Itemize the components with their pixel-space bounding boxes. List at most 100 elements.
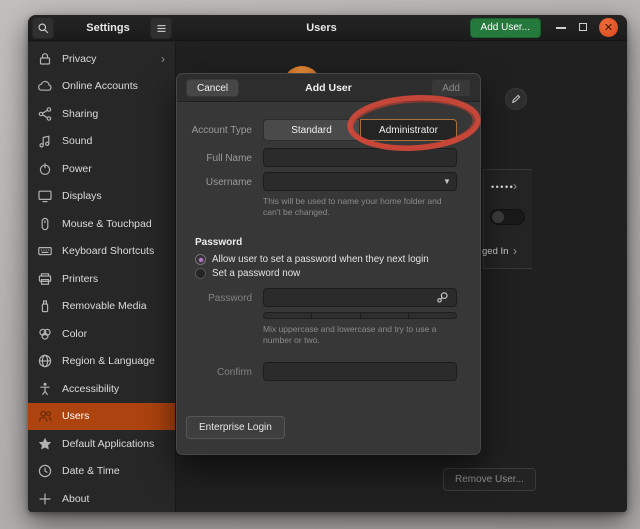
cloud-icon: [37, 78, 53, 94]
maximize-button[interactable]: [579, 23, 587, 31]
search-icon: [37, 22, 50, 35]
password-strength-bar: [263, 312, 457, 319]
enterprise-login-button[interactable]: Enterprise Login: [186, 416, 285, 439]
chevron-right-icon: ›: [161, 52, 165, 66]
hamburger-icon: [155, 22, 168, 35]
menu-button[interactable]: [150, 17, 172, 39]
sidebar-item-printers[interactable]: Printers: [28, 265, 175, 293]
password-strength-hint: Mix uppercase and lowercase and try to u…: [263, 324, 461, 347]
add-button[interactable]: Add: [431, 79, 471, 97]
username-dropdown-button[interactable]: ▼: [439, 172, 455, 191]
sidebar-item-accessibility[interactable]: Accessibility: [28, 375, 175, 403]
full-name-input[interactable]: [263, 148, 457, 167]
printer-icon: [37, 271, 53, 287]
password-dots: •••••: [491, 182, 514, 192]
chevron-right-icon[interactable]: ›: [513, 179, 517, 193]
color-icon: [37, 326, 53, 342]
sidebar-item-mouse-touchpad[interactable]: Mouse & Touchpad: [28, 210, 175, 238]
sidebar-item-color[interactable]: Color: [28, 320, 175, 348]
sidebar-item-label: Users: [62, 410, 89, 422]
accessibility-icon: [37, 381, 53, 397]
sidebar-item-default-applications[interactable]: Default Applications: [28, 430, 175, 458]
globe-icon: [37, 353, 53, 369]
generate-password-button[interactable]: [435, 290, 451, 306]
radio-button-icon: [195, 268, 206, 279]
sidebar-item-label: Sharing: [62, 108, 98, 120]
settings-window: Settings Users Add User... ✕ Privacy › Onl…: [28, 15, 627, 512]
minimize-button[interactable]: [556, 27, 566, 29]
dialog-header: Add User Cancel Add: [177, 74, 480, 102]
sidebar-item-region-language[interactable]: Region & Language: [28, 348, 175, 376]
automatic-login-toggle[interactable]: [490, 209, 525, 225]
password-label: Password: [177, 293, 252, 304]
remove-user-button[interactable]: Remove User...: [443, 468, 536, 491]
lock-icon: [37, 51, 53, 67]
password-section-header: Password: [195, 237, 242, 248]
radio-set-password-now[interactable]: Set a password now: [195, 268, 300, 279]
account-type-segmented: Standard Administrator: [263, 119, 457, 141]
sidebar-item-label: Online Accounts: [62, 80, 138, 92]
sidebar-item-label: Displays: [62, 190, 102, 202]
sidebar-item-displays[interactable]: Displays: [28, 183, 175, 211]
star-icon: [37, 436, 53, 452]
sidebar-item-label: Default Applications: [62, 438, 154, 450]
sidebar-item-date-time[interactable]: Date & Time: [28, 458, 175, 486]
add-user-dialog: Add User Cancel Add Account Type Standar…: [176, 73, 481, 455]
add-user-button[interactable]: Add User...: [470, 18, 541, 38]
sidebar-item-label: Mouse & Touchpad: [62, 218, 152, 230]
sound-icon: [37, 133, 53, 149]
sidebar-item-users[interactable]: Users: [28, 403, 175, 431]
plus-icon: [37, 491, 53, 507]
logged-in-label: ged In: [482, 246, 508, 257]
password-input[interactable]: [263, 288, 457, 307]
standard-option-button[interactable]: Standard: [263, 119, 360, 141]
sidebar-item-label: Power: [62, 163, 92, 175]
close-icon: ✕: [604, 21, 613, 34]
radio-button-icon: [195, 254, 206, 265]
sidebar-item-label: Color: [62, 328, 87, 340]
app-title: Settings: [68, 15, 148, 41]
generate-password-icon: [435, 290, 450, 305]
sidebar-item-sound[interactable]: Sound: [28, 128, 175, 156]
share-icon: [37, 106, 53, 122]
keyboard-icon: [37, 243, 53, 259]
full-name-label: Full Name: [177, 153, 252, 164]
page-title: Users: [176, 15, 467, 41]
display-icon: [37, 188, 53, 204]
sidebar: Privacy › Online Accounts Sharing Sound Power…: [28, 42, 176, 512]
search-button[interactable]: [32, 17, 54, 39]
confirm-password-input[interactable]: [263, 362, 457, 381]
toggle-knob: [492, 211, 504, 223]
username-hint: This will be used to name your home fold…: [263, 196, 461, 219]
users-icon: [37, 408, 53, 424]
close-button[interactable]: ✕: [599, 18, 618, 37]
cancel-button[interactable]: Cancel: [186, 79, 239, 97]
sidebar-item-label: Accessibility: [62, 383, 119, 395]
sidebar-item-label: Privacy: [62, 53, 96, 65]
sidebar-item-label: Removable Media: [62, 300, 147, 312]
clock-icon: [37, 463, 53, 479]
sidebar-item-label: Keyboard Shortcuts: [62, 245, 154, 257]
edit-avatar-button[interactable]: [505, 88, 527, 110]
sidebar-item-removable-media[interactable]: Removable Media: [28, 293, 175, 321]
headerbar: Settings Users Add User... ✕: [28, 15, 627, 41]
sidebar-item-keyboard-shortcuts[interactable]: Keyboard Shortcuts: [28, 238, 175, 266]
mouse-icon: [37, 216, 53, 232]
username-label: Username: [177, 177, 252, 188]
chevron-right-icon[interactable]: ›: [513, 244, 517, 258]
sidebar-item-label: Date & Time: [62, 465, 120, 477]
chevron-down-icon: ▼: [443, 177, 451, 186]
sidebar-item-power[interactable]: Power: [28, 155, 175, 183]
pencil-icon: [510, 93, 522, 105]
sidebar-item-label: Printers: [62, 273, 98, 285]
radio-set-password-next-login[interactable]: Allow user to set a password when they n…: [195, 254, 429, 265]
account-type-label: Account Type: [177, 125, 252, 136]
sidebar-item-about[interactable]: About: [28, 485, 175, 512]
removable-icon: [37, 298, 53, 314]
username-input[interactable]: [263, 172, 457, 191]
sidebar-item-privacy[interactable]: Privacy ›: [28, 45, 175, 73]
sidebar-item-online-accounts[interactable]: Online Accounts: [28, 73, 175, 101]
sidebar-item-sharing[interactable]: Sharing: [28, 100, 175, 128]
confirm-label: Confirm: [177, 367, 252, 378]
administrator-option-button[interactable]: Administrator: [360, 119, 457, 141]
